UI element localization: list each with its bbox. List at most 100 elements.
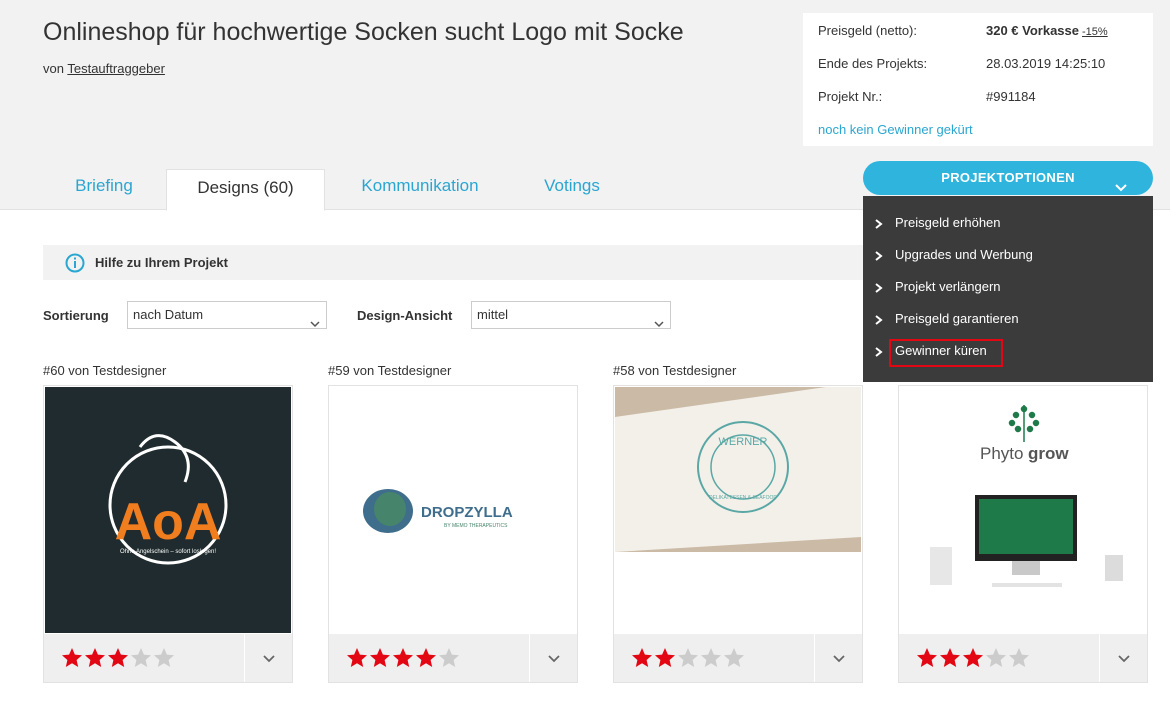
highlight-box (889, 339, 1003, 367)
logo-text: DROPZYLLA (421, 504, 513, 521)
star-icon[interactable] (83, 646, 107, 670)
sort-label: Sortierung (43, 308, 109, 323)
design-caption: #60 von Testdesigner (43, 363, 167, 378)
menu-item-label: Upgrades und Werbung (895, 247, 1033, 262)
chevron-down-icon (1118, 655, 1130, 663)
help-bar[interactable]: Hilfe zu Ihrem Projekt (43, 245, 863, 280)
project-nr-value: #991184 (986, 89, 1036, 104)
design-caption: #59 von Testdesigner (328, 363, 452, 378)
chevron-down-icon (310, 311, 320, 328)
expand-button[interactable] (244, 634, 292, 682)
expand-button[interactable] (529, 634, 577, 682)
star-icon[interactable] (437, 646, 461, 670)
project-nr-row: Projekt Nr.: #991184 (818, 89, 1138, 109)
info-icon (65, 253, 85, 273)
view-select[interactable]: mittel (471, 301, 671, 329)
star-rating[interactable] (630, 646, 745, 672)
prize-value: 320 € Vorkasse -15% (986, 23, 1108, 38)
design-card-footer (899, 634, 1147, 682)
logo-text: AoA (115, 493, 222, 551)
star-icon[interactable] (1007, 646, 1031, 670)
chevron-down-icon (263, 655, 275, 663)
star-icon[interactable] (961, 646, 985, 670)
sort-select-value: nach Datum (133, 307, 204, 322)
logo-text-bold: grow (1028, 444, 1069, 463)
project-options-label: PROJEKTOPTIONEN (941, 170, 1075, 185)
project-info-box: Preisgeld (netto): 320 € Vorkasse -15% En… (803, 13, 1153, 146)
chevron-right-icon (875, 218, 883, 229)
design-card[interactable]: AoA Ohne Angelschein – sofort loslegen! (43, 385, 293, 683)
page-title: Onlineshop für hochwertige Socken sucht … (43, 18, 684, 46)
star-icon[interactable] (676, 646, 700, 670)
sort-select[interactable]: nach Datum (127, 301, 327, 329)
chevron-right-icon (875, 314, 883, 325)
chevron-right-icon (875, 250, 883, 261)
star-icon[interactable] (915, 646, 939, 670)
project-options-button[interactable]: PROJEKTOPTIONEN (863, 161, 1153, 195)
star-icon[interactable] (391, 646, 415, 670)
star-icon[interactable] (368, 646, 392, 670)
menu-item-projekt-verlaengern[interactable]: Projekt verlängern (875, 275, 1001, 299)
star-rating[interactable] (345, 646, 460, 672)
tab-briefing[interactable]: Briefing (43, 169, 165, 210)
design-image[interactable]: Phyto grow (900, 387, 1146, 633)
design-card-footer (614, 634, 862, 682)
end-label: Ende des Projekts: (818, 56, 928, 71)
star-icon[interactable] (984, 646, 1008, 670)
menu-item-preisgeld-garantieren[interactable]: Preisgeld garantieren (875, 307, 1019, 331)
logo-subtext: DELIKATESSEN & SEAFOOD (709, 495, 777, 501)
help-label: Hilfe zu Ihrem Projekt (95, 255, 228, 270)
prize-amount: 320 € Vorkasse (986, 23, 1079, 38)
chevron-right-icon (875, 282, 883, 293)
design-card[interactable]: DROPZYLLA BY MEMO THERAPEUTICS (328, 385, 578, 683)
tab-votings[interactable]: Votings (520, 169, 624, 210)
design-image[interactable]: DROPZYLLA BY MEMO THERAPEUTICS (330, 387, 576, 633)
design-card-footer (329, 634, 577, 682)
star-rating[interactable] (915, 646, 1030, 672)
star-icon[interactable] (129, 646, 153, 670)
menu-item-preisgeld-erhoehen[interactable]: Preisgeld erhöhen (875, 211, 1001, 235)
star-icon[interactable] (653, 646, 677, 670)
design-image[interactable]: AoA Ohne Angelschein – sofort loslegen! (45, 387, 291, 633)
logo-subtext: Ohne Angelschein – sofort loslegen! (120, 549, 216, 555)
design-image[interactable]: WERNER DELIKATESSEN & SEAFOOD (615, 387, 861, 633)
star-icon[interactable] (722, 646, 746, 670)
design-card-footer (44, 634, 292, 682)
star-icon[interactable] (938, 646, 962, 670)
star-icon[interactable] (414, 646, 438, 670)
client-link[interactable]: Testauftraggeber (67, 61, 165, 76)
star-icon[interactable] (345, 646, 369, 670)
star-icon[interactable] (630, 646, 654, 670)
tab-kommunikation[interactable]: Kommunikation (340, 169, 500, 210)
design-card[interactable]: WERNER DELIKATESSEN & SEAFOOD (613, 385, 863, 683)
menu-item-label: Projekt verlängern (895, 279, 1001, 294)
star-icon[interactable] (106, 646, 130, 670)
design-card[interactable]: Phyto grow (898, 385, 1148, 683)
prize-discount-link[interactable]: -15% (1082, 26, 1108, 38)
star-icon[interactable] (60, 646, 84, 670)
menu-item-label: Preisgeld erhöhen (895, 215, 1001, 230)
design-caption: #58 von Testdesigner (613, 363, 737, 378)
expand-button[interactable] (1099, 634, 1147, 682)
winner-status-link[interactable]: noch kein Gewinner gekürt (818, 122, 973, 137)
logo-text: Phyto (980, 444, 1023, 463)
menu-item-label: Preisgeld garantieren (895, 311, 1019, 326)
byline: von Testauftraggeber (43, 61, 165, 76)
byline-prefix: von (43, 61, 64, 76)
expand-button[interactable] (814, 634, 862, 682)
chevron-down-icon (654, 311, 664, 328)
end-value: 28.03.2019 14:25:10 (986, 56, 1106, 71)
logo-text: WERNER (719, 436, 768, 448)
chevron-down-icon (833, 655, 845, 663)
chevron-right-icon (875, 346, 883, 357)
view-select-value: mittel (477, 307, 509, 322)
end-row: Ende des Projekts: 28.03.2019 14:25:10 (818, 56, 1138, 76)
chevron-down-icon (1115, 172, 1127, 192)
star-icon[interactable] (152, 646, 176, 670)
star-icon[interactable] (699, 646, 723, 670)
prize-label: Preisgeld (netto): (818, 23, 917, 38)
menu-item-upgrades[interactable]: Upgrades und Werbung (875, 243, 1033, 267)
prize-row: Preisgeld (netto): 320 € Vorkasse -15% (818, 23, 1138, 43)
star-rating[interactable] (60, 646, 175, 672)
tab-designs[interactable]: Designs (60) (166, 169, 325, 211)
